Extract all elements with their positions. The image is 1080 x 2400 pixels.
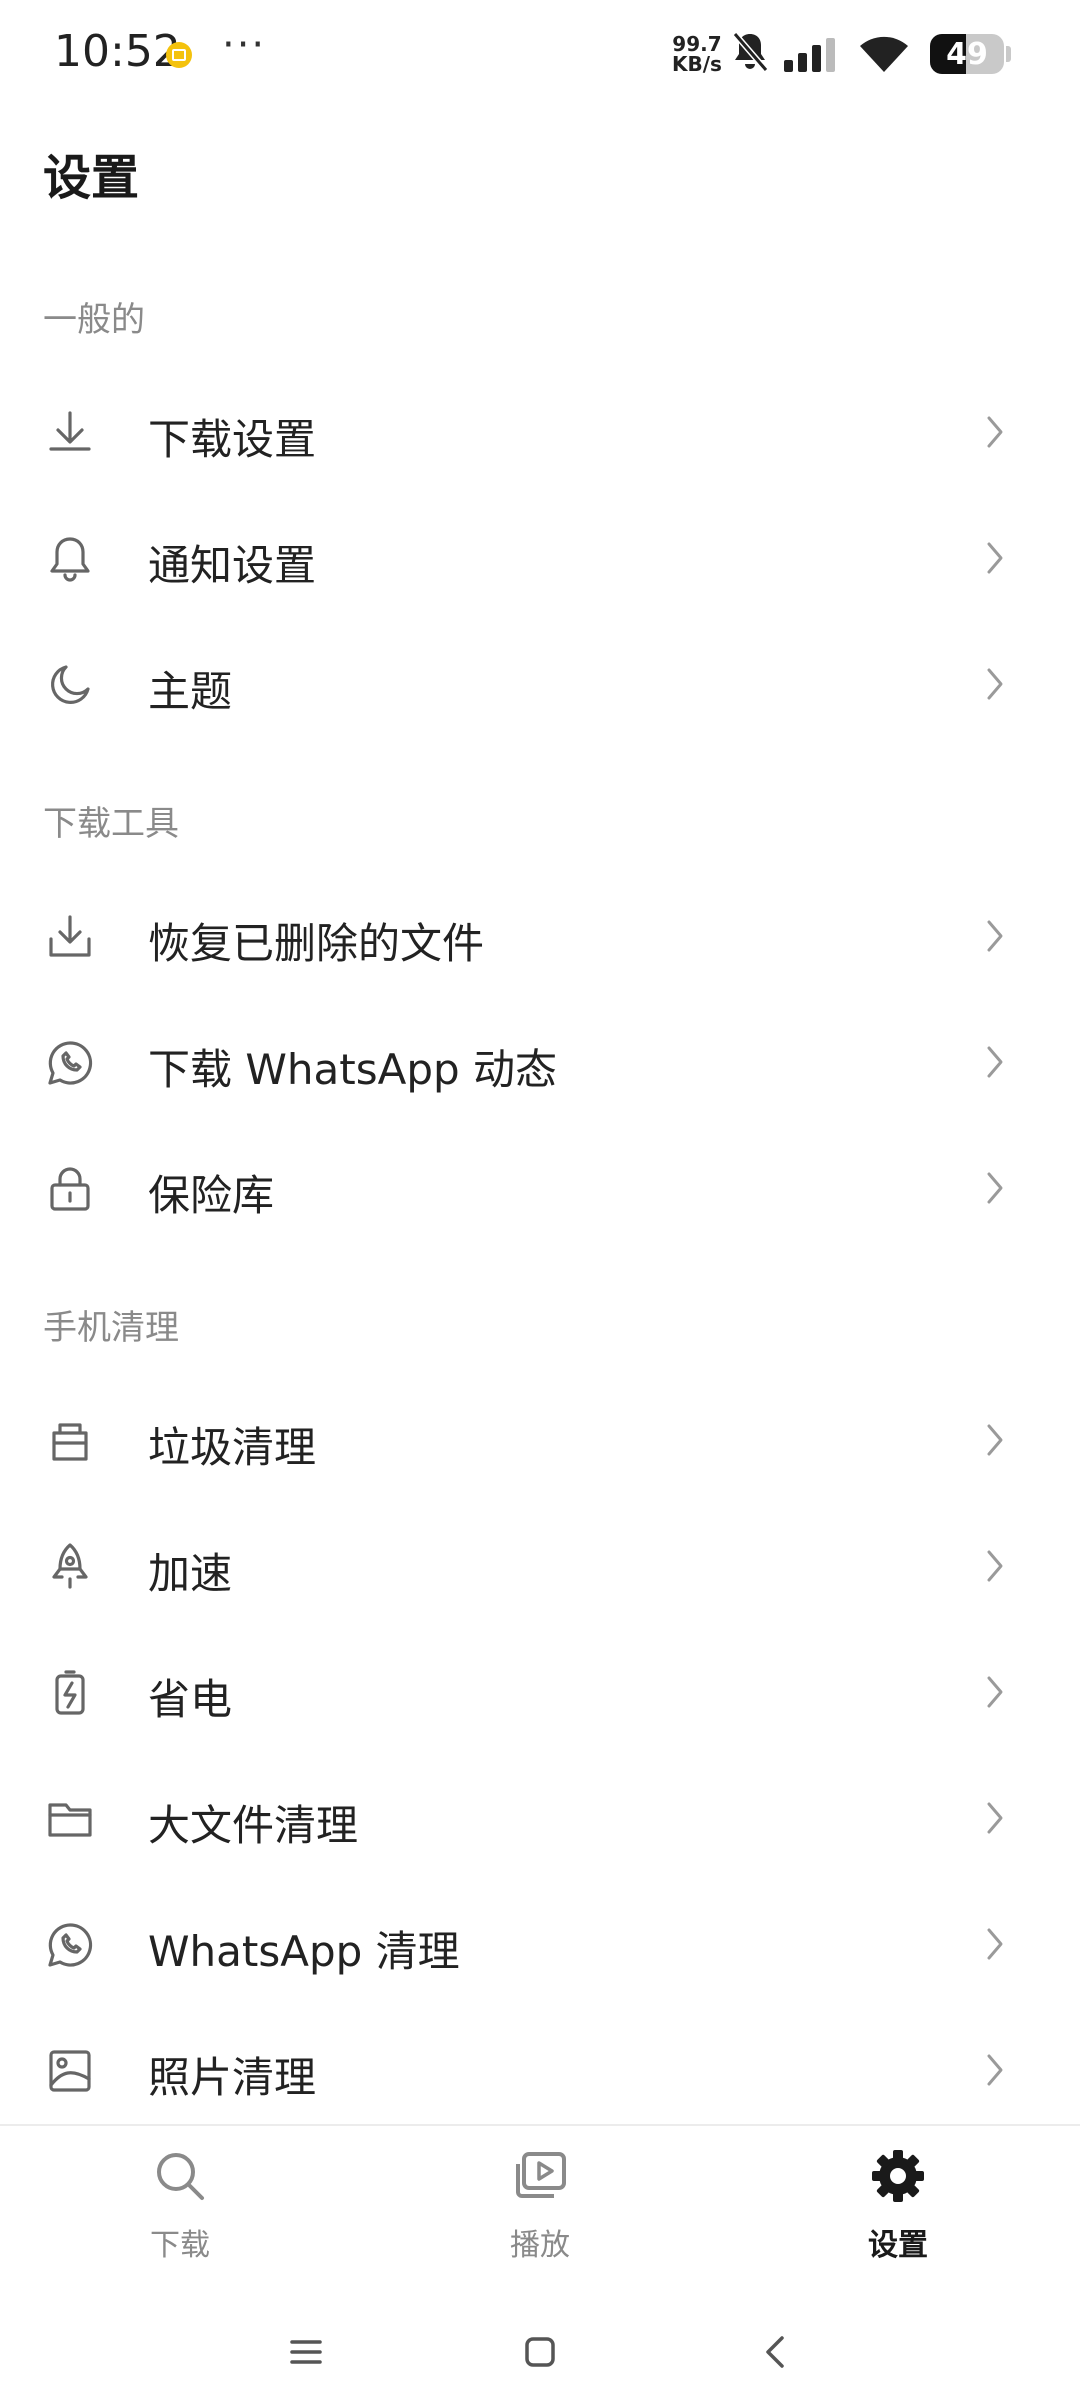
settings-row-label: 照片清理 <box>148 2053 317 2102</box>
gear-icon <box>872 2150 924 2202</box>
page-title: 设置 <box>43 150 140 206</box>
settings-row[interactable]: 大文件清理 <box>0 1754 1080 1880</box>
system-nav-bar <box>0 2294 1080 2400</box>
settings-row[interactable]: 省电 <box>0 1628 1080 1754</box>
settings-row[interactable]: WhatsApp 清理 <box>0 1880 1080 2006</box>
settings-row-label: 下载 WhatsApp 动态 <box>148 1045 557 1094</box>
whatsapp-icon <box>48 1923 93 1967</box>
mute-bell-icon <box>732 32 769 72</box>
nav-label-play: 播放 <box>510 2228 570 2263</box>
chevron-right-icon <box>987 1046 1003 1078</box>
settings-row-label: 垃圾清理 <box>148 1423 317 1472</box>
section-header: 手机清理 <box>43 1308 179 1348</box>
battery-level: 49 <box>946 37 988 72</box>
chevron-right-icon <box>987 920 1003 952</box>
chevron-right-icon <box>987 668 1003 700</box>
chevron-right-icon <box>987 1802 1003 1834</box>
bottom-nav: 下载 播放 设置 <box>0 2124 1080 2296</box>
tray-download-icon <box>49 915 91 957</box>
bell-icon <box>50 537 90 582</box>
settings-row[interactable]: 恢复已删除的文件 <box>0 872 1080 998</box>
menu-icon[interactable] <box>276 2322 336 2382</box>
settings-row[interactable]: 下载 WhatsApp 动态 <box>0 998 1080 1124</box>
network-speed: 99.7 KB/s <box>672 34 722 74</box>
settings-row[interactable]: 保险库 <box>0 1124 1080 1250</box>
search-icon <box>157 2153 204 2200</box>
battery-icon: 49 <box>930 34 1004 74</box>
network-speed-unit: KB/s <box>672 52 722 76</box>
chevron-right-icon <box>987 1928 1003 1960</box>
nav-label-settings: 设置 <box>868 2228 928 2263</box>
signal-icon <box>784 38 835 72</box>
junk-bin-icon <box>52 1423 88 1461</box>
settings-row-label: 主题 <box>148 667 233 716</box>
nav-label-download: 下载 <box>150 2228 210 2263</box>
section-header: 一般的 <box>43 300 145 340</box>
play-stack-icon <box>516 2152 566 2198</box>
settings-row[interactable]: 下载设置 <box>0 368 1080 494</box>
settings-row[interactable]: 通知设置 <box>0 494 1080 620</box>
chevron-right-icon <box>987 1676 1003 1708</box>
home-icon[interactable] <box>510 2322 570 2382</box>
battery-bolt-icon <box>55 1670 85 1715</box>
chevron-right-icon <box>987 1550 1003 1582</box>
status-time: 10:52 <box>54 26 181 77</box>
more-notifications-icon: ··· <box>222 22 267 68</box>
nav-tab-download[interactable]: 下载 <box>90 2146 270 2264</box>
settings-row-label: 省电 <box>148 1675 233 1724</box>
section-header: 下载工具 <box>43 804 179 844</box>
settings-row-label: 恢复已删除的文件 <box>148 919 485 968</box>
settings-row[interactable]: 照片清理 <box>0 2006 1080 2132</box>
settings-row-label: 保险库 <box>148 1171 275 1220</box>
settings-row[interactable]: 垃圾清理 <box>0 1376 1080 1502</box>
folder-icon <box>48 1803 92 1837</box>
network-speed-value: 99.7 <box>672 32 722 56</box>
lock-icon <box>50 1167 90 1211</box>
app-notification-icon <box>166 42 192 68</box>
download-icon <box>49 411 91 451</box>
wifi-icon <box>860 36 908 72</box>
chevron-right-icon <box>987 542 1003 574</box>
chevron-right-icon <box>987 1424 1003 1456</box>
battery-cap <box>1006 46 1011 62</box>
settings-row-label: 通知设置 <box>148 541 317 590</box>
moon-icon <box>51 665 90 704</box>
whatsapp-icon <box>48 1041 93 1085</box>
image-icon <box>49 2050 91 2092</box>
back-icon[interactable] <box>746 2322 806 2382</box>
nav-tab-settings[interactable]: 设置 <box>808 2146 988 2264</box>
chevron-right-icon <box>987 1172 1003 1204</box>
settings-row-label: WhatsApp 清理 <box>148 1927 460 1976</box>
rocket-icon <box>52 1543 88 1589</box>
chevron-right-icon <box>987 416 1003 448</box>
settings-row-label: 大文件清理 <box>148 1801 359 1850</box>
settings-row[interactable]: 主题 <box>0 620 1080 746</box>
settings-row-label: 加速 <box>148 1549 233 1598</box>
status-bar: 10:52 ··· 99.7 KB/s 49 <box>0 0 1080 110</box>
settings-row[interactable]: 加速 <box>0 1502 1080 1628</box>
settings-row-label: 下载设置 <box>148 415 317 464</box>
nav-tab-play[interactable]: 播放 <box>450 2146 630 2264</box>
chevron-right-icon <box>987 2054 1003 2086</box>
